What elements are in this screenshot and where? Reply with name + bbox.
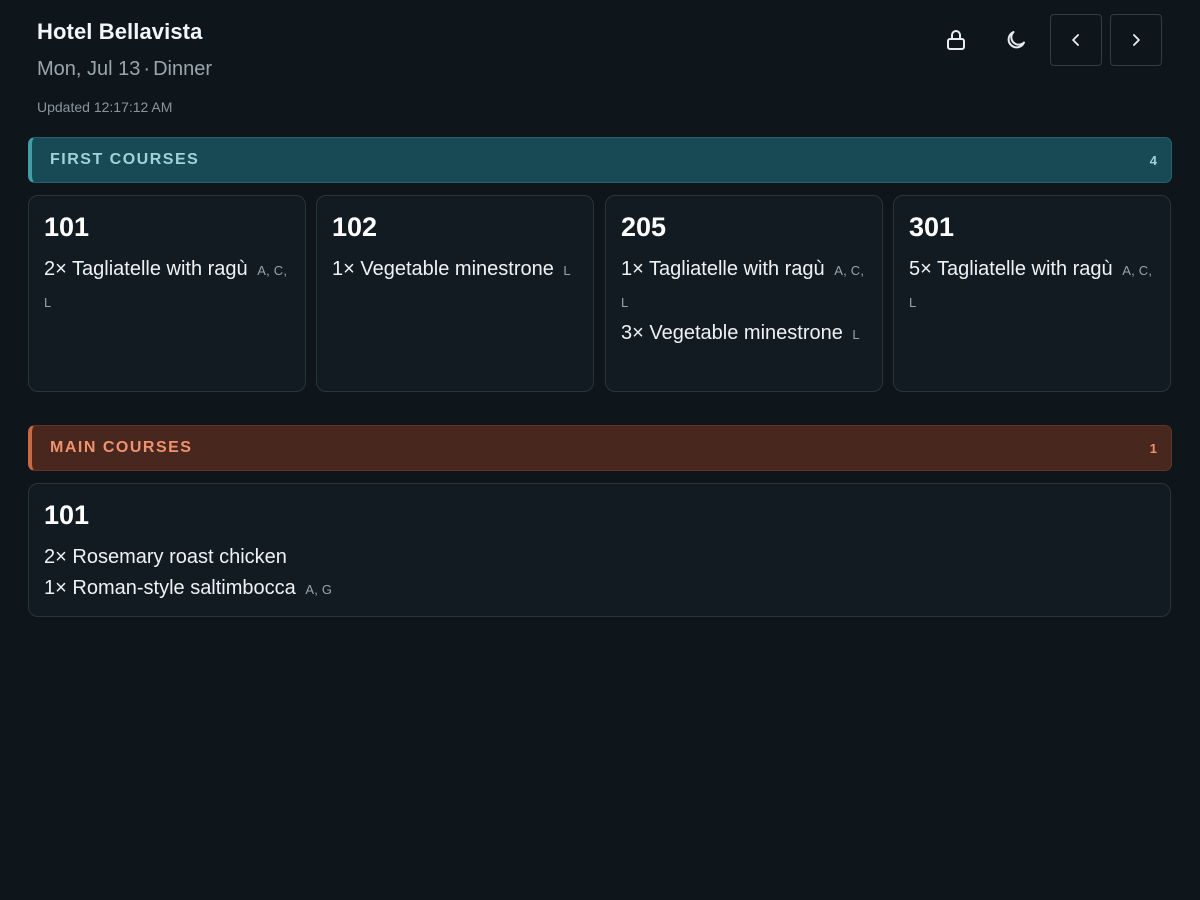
order-quantity: 1×: [44, 577, 67, 599]
theme-toggle-button[interactable]: [990, 14, 1042, 66]
dish-name: Rosemary roast chicken: [72, 546, 287, 568]
order-quantity: 3×: [621, 322, 644, 344]
section-first-courses[interactable]: FIRST COURSES 4: [28, 137, 1172, 183]
section-count: 1: [1149, 440, 1157, 456]
service-name: Dinner: [153, 58, 212, 80]
order-quantity: 2×: [44, 546, 67, 568]
header: Hotel Bellavista Mon, Jul 13 · Dinner Upda…: [37, 18, 212, 115]
dish-name: Tagliatelle with ragù: [937, 258, 1113, 280]
dish-name: Roman-style saltimbocca: [72, 577, 296, 599]
order-line: 1× Tagliatelle with ragù A, C, L: [621, 254, 867, 318]
order-quantity: 1×: [621, 258, 644, 280]
section-main-courses[interactable]: MAIN COURSES 1: [28, 425, 1172, 471]
order-card-room-205[interactable]: 205 1× Tagliatelle with ragù A, C, L 3× …: [605, 195, 883, 392]
section-count: 4: [1149, 152, 1157, 168]
order-line: 1× Roman-style saltimbocca A, G: [44, 573, 1155, 605]
chevron-left-icon: [1072, 34, 1079, 46]
allergen-codes: L: [563, 263, 571, 278]
lock-button[interactable]: [930, 14, 982, 66]
service-date: Mon, Jul 13: [37, 58, 141, 80]
previous-button[interactable]: [1050, 14, 1102, 66]
order-line: 2× Rosemary roast chicken: [44, 542, 1155, 573]
dish-name: Tagliatelle with ragù: [72, 258, 248, 280]
hotel-name: Hotel Bellavista: [37, 19, 203, 44]
moon-icon: [1007, 31, 1025, 49]
next-button[interactable]: [1110, 14, 1162, 66]
section-title: FIRST COURSES: [50, 151, 200, 168]
updated-timestamp: Updated 12:17:12 AM: [37, 99, 173, 115]
dish-name: Vegetable minestrone: [649, 322, 843, 344]
toolbar: [930, 14, 1162, 66]
service-subtitle: Mon, Jul 13 · Dinner: [37, 58, 212, 81]
room-number: 102: [332, 212, 378, 242]
chevron-right-icon: [1133, 34, 1140, 46]
room-number: 205: [621, 212, 667, 242]
order-quantity: 2×: [44, 258, 67, 280]
order-card-room-101[interactable]: 101 2× Tagliatelle with ragù A, C, L: [28, 195, 306, 392]
order-line: 1× Vegetable minestrone L: [332, 254, 578, 286]
order-line: 2× Tagliatelle with ragù A, C, L: [44, 254, 290, 318]
order-line: 3× Vegetable minestrone L: [621, 318, 867, 350]
allergen-codes: L: [852, 327, 860, 342]
allergen-codes: A, G: [305, 582, 333, 597]
section-title: MAIN COURSES: [50, 439, 193, 456]
room-number: 101: [44, 500, 90, 530]
room-number: 301: [909, 212, 955, 242]
room-number: 101: [44, 212, 90, 242]
subtitle-separator: ·: [143, 58, 151, 80]
order-quantity: 5×: [909, 258, 932, 280]
dish-name: Tagliatelle with ragù: [649, 258, 825, 280]
lock-icon: [947, 30, 965, 50]
order-card-room-101-main[interactable]: 101 2× Rosemary roast chicken 1× Roman-s…: [28, 483, 1171, 617]
dish-name: Vegetable minestrone: [360, 258, 554, 280]
order-card-room-301[interactable]: 301 5× Tagliatelle with ragù A, C, L: [893, 195, 1171, 392]
order-quantity: 1×: [332, 258, 355, 280]
order-card-room-102[interactable]: 102 1× Vegetable minestrone L: [316, 195, 594, 392]
order-line: 5× Tagliatelle with ragù A, C, L: [909, 254, 1155, 318]
